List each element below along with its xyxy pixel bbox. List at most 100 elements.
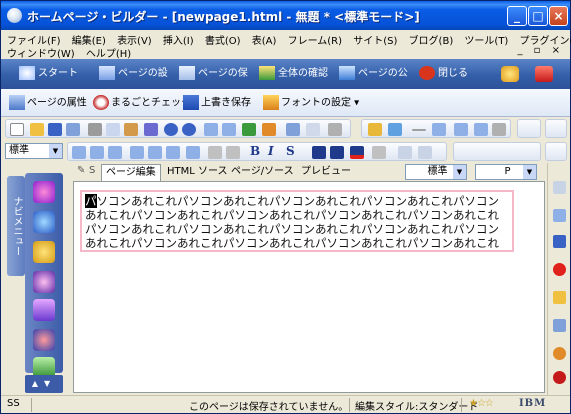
- app-icon[interactable]: [7, 8, 22, 23]
- layers-icon[interactable]: [553, 319, 566, 332]
- page-attributes-button[interactable]: ページの属性: [9, 95, 87, 111]
- font-smaller-icon[interactable]: [330, 146, 344, 159]
- copy-icon[interactable]: [106, 123, 120, 136]
- help-icon[interactable]: [553, 371, 566, 384]
- layer-icon[interactable]: [33, 299, 55, 321]
- layout-icon[interactable]: [474, 123, 488, 136]
- paragraph-block[interactable]: パソコンあれこれパソコンあれこれパソコンあれこれパソコンあれこれパソコンあれこれ…: [80, 190, 514, 252]
- align-center-icon[interactable]: [90, 146, 104, 159]
- close-button[interactable]: ×: [549, 6, 568, 26]
- decrease-icon[interactable]: [208, 146, 222, 159]
- paragraph-style-select[interactable]: 標準 ▼: [5, 143, 63, 159]
- strike-button[interactable]: S: [286, 144, 295, 158]
- font-larger-icon[interactable]: [312, 146, 326, 159]
- paste-icon[interactable]: [124, 123, 138, 136]
- mini-toolbar-c[interactable]: [545, 142, 567, 161]
- edit-icon[interactable]: [204, 123, 218, 136]
- book-icon[interactable]: [535, 66, 553, 82]
- menu-insert[interactable]: 挿入(I): [163, 36, 194, 47]
- sitemap-icon[interactable]: [553, 235, 566, 248]
- tab-page-source[interactable]: ページ/ソース: [227, 164, 298, 181]
- mdi-controls[interactable]: _ ▫ ×: [517, 45, 564, 56]
- overwrite-save-button[interactable]: 上書き保存: [183, 95, 251, 111]
- table-format-icon[interactable]: [398, 146, 412, 159]
- shape-icon[interactable]: [33, 329, 55, 351]
- minimize-button[interactable]: _: [507, 6, 527, 26]
- font-settings-button[interactable]: フォントの設定 ▾: [263, 95, 359, 111]
- maximize-button[interactable]: □: [528, 6, 548, 26]
- image-icon[interactable]: [388, 123, 402, 136]
- copy-panel-icon[interactable]: [553, 209, 566, 222]
- save-all-icon[interactable]: [66, 123, 80, 136]
- panel-icon[interactable]: [553, 181, 566, 194]
- redo-icon[interactable]: [182, 123, 196, 136]
- undo-icon[interactable]: [164, 123, 178, 136]
- menu-format[interactable]: 書式(O): [205, 36, 241, 47]
- increase-icon[interactable]: [226, 146, 240, 159]
- check-all-icon: [259, 66, 275, 80]
- font-style-icon[interactable]: [33, 181, 55, 203]
- preview-icon[interactable]: [242, 123, 256, 136]
- menu-table[interactable]: 表(A): [252, 36, 277, 47]
- tab-html-source[interactable]: HTML ソース: [163, 164, 232, 181]
- save-icon[interactable]: [48, 123, 62, 136]
- pen-icon[interactable]: [368, 123, 382, 136]
- indent-icon[interactable]: [130, 146, 144, 159]
- bullets-icon[interactable]: [186, 146, 200, 159]
- table-toolbar-group: [453, 142, 541, 161]
- eraser-icon[interactable]: [372, 146, 386, 159]
- view-icon[interactable]: [306, 123, 320, 136]
- font-color-icon[interactable]: [350, 146, 364, 159]
- folder-icon[interactable]: [553, 291, 566, 304]
- title-bar[interactable]: ホームページ・ビルダー - [newpage1.html - 無題 * <標準モ…: [1, 1, 570, 30]
- style-select[interactable]: 標準 ▼: [405, 164, 467, 180]
- outdent-icon[interactable]: [148, 146, 162, 159]
- spell-icon[interactable]: [222, 123, 236, 136]
- tips-icon[interactable]: [501, 66, 519, 82]
- cut-icon[interactable]: [88, 123, 102, 136]
- tab-page-edit[interactable]: ページ編集: [101, 164, 161, 181]
- menu-blog[interactable]: ブログ(B): [409, 36, 454, 47]
- publish-button[interactable]: ページの公: [339, 66, 408, 82]
- style-mode-icon[interactable]: S: [89, 165, 95, 176]
- effect-icon[interactable]: [33, 271, 55, 293]
- form-icon[interactable]: [454, 123, 468, 136]
- align-right-icon[interactable]: [108, 146, 122, 159]
- edit-mode-icon[interactable]: ✎: [77, 165, 85, 176]
- rating-stars-icon: ★☆☆: [469, 398, 494, 409]
- cell-format-icon[interactable]: [418, 146, 432, 159]
- save-page-button[interactable]: ページの保: [179, 66, 248, 82]
- edit-canvas[interactable]: パソコンあれこれパソコンあれこれパソコンあれこれパソコンあれこれパソコンあれこれ…: [73, 181, 545, 393]
- people-icon[interactable]: [33, 211, 55, 233]
- menu-site[interactable]: サイト(S): [353, 36, 397, 47]
- italic-button[interactable]: I: [268, 144, 274, 158]
- check-all-button[interactable]: 全体の確認: [259, 66, 328, 82]
- mini-toolbar-a[interactable]: [517, 119, 541, 138]
- table-icon[interactable]: [286, 123, 300, 136]
- page-settings-button[interactable]: ページの設: [99, 66, 168, 82]
- tab-preview[interactable]: プレビュー: [297, 164, 355, 181]
- line-icon[interactable]: [412, 129, 426, 131]
- new-icon[interactable]: [10, 123, 24, 136]
- align-left-icon[interactable]: [72, 146, 86, 159]
- tag-select[interactable]: P ▼: [475, 164, 537, 180]
- nav-menu-tab[interactable]: ナビメニュー: [7, 176, 25, 276]
- grid-icon[interactable]: [432, 123, 446, 136]
- clock-icon[interactable]: [553, 347, 566, 360]
- browser-icon[interactable]: [262, 123, 276, 136]
- menu-frame[interactable]: フレーム(R): [288, 36, 342, 47]
- close-page-button[interactable]: 閉じる: [419, 66, 468, 82]
- list-icon[interactable]: [166, 146, 180, 159]
- mini-toolbar-b[interactable]: [545, 119, 567, 138]
- toolbar-options-icon[interactable]: [328, 123, 342, 136]
- link-icon[interactable]: [33, 241, 55, 263]
- open-icon[interactable]: [30, 123, 44, 136]
- format-paint-icon[interactable]: [144, 123, 158, 136]
- sidebar-scroll-buttons[interactable]: ▲▼: [25, 375, 63, 393]
- overflow-icon[interactable]: [492, 123, 506, 136]
- start-button[interactable]: スタート: [19, 66, 78, 82]
- bold-button[interactable]: B: [250, 144, 260, 158]
- menu-tools[interactable]: ツール(T): [464, 36, 508, 47]
- full-check-button[interactable]: まるごとチェック: [93, 95, 191, 111]
- color-icon[interactable]: [553, 263, 566, 276]
